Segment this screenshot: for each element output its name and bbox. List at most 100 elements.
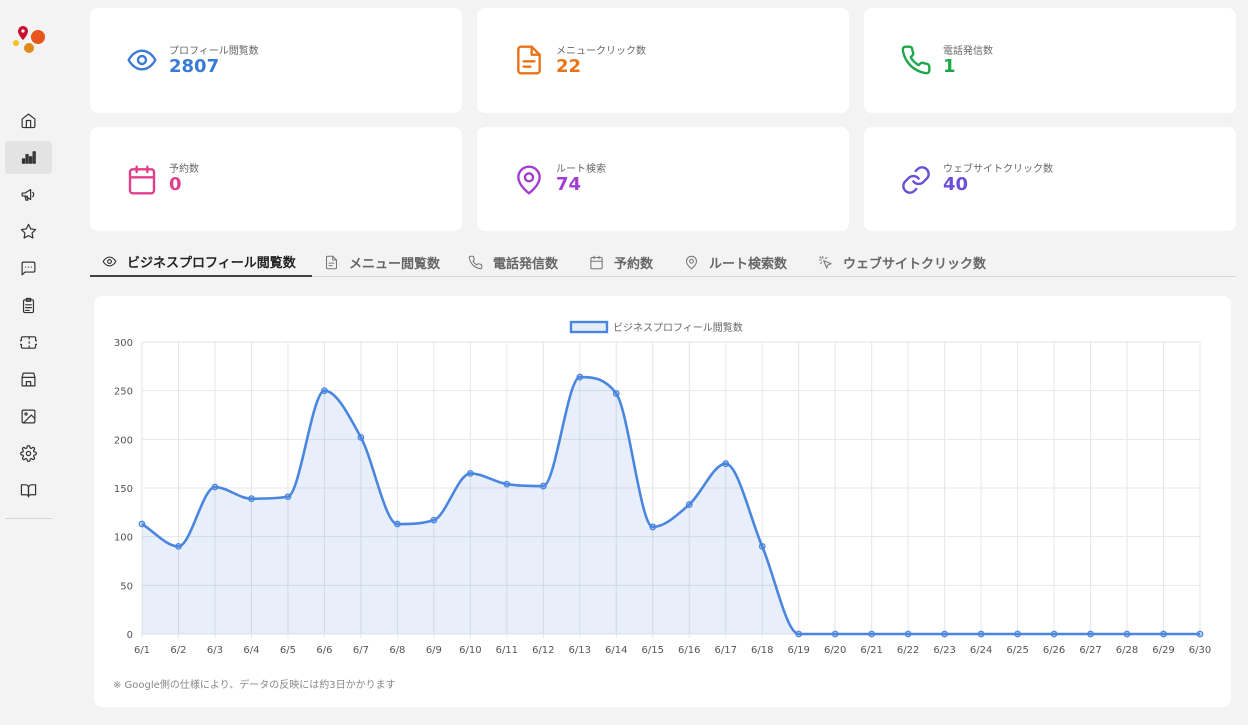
data-point <box>831 630 839 638</box>
x-tick-label: 6/6 <box>316 645 332 656</box>
x-tick-label: 6/12 <box>532 645 554 656</box>
stat-value: 40 <box>943 174 969 195</box>
settings-icon <box>20 445 37 462</box>
data-point <box>248 495 255 503</box>
series-area <box>142 377 1200 634</box>
sidebar-item-megaphone[interactable] <box>5 178 52 211</box>
data-point <box>649 523 657 531</box>
sidebar-item-bar-chart[interactable] <box>5 141 52 174</box>
message-icon <box>21 261 36 276</box>
stat-label: ルート検索 <box>556 164 606 175</box>
stat-label: メニュークリック数 <box>556 46 646 57</box>
x-tick-label: 6/22 <box>897 645 919 656</box>
stat-label: ウェブサイトクリック数 <box>943 164 1053 175</box>
x-tick-label: 6/9 <box>426 645 442 656</box>
data-point <box>1014 630 1021 638</box>
home-icon <box>21 113 36 129</box>
x-tick-label: 6/18 <box>751 645 773 656</box>
sidebar-item-store[interactable] <box>5 363 52 396</box>
data-point <box>503 480 511 488</box>
tab-label: 予約数 <box>614 256 654 272</box>
data-point <box>722 460 730 468</box>
sidebar-nav <box>5 104 52 511</box>
tab-pointer-click[interactable]: ウェブサイトクリック数 <box>818 248 986 276</box>
stat-value: 1 <box>943 56 956 77</box>
sidebar-divider <box>5 518 52 519</box>
tab-phone[interactable]: 電話発信数 <box>468 248 558 276</box>
data-point <box>393 520 401 528</box>
file-text-icon <box>513 44 545 76</box>
megaphone-icon <box>21 188 35 201</box>
app-logo[interactable] <box>10 24 50 58</box>
data-delay-note: ※ Google側の仕様により、データの反映には約3日かかります <box>113 680 396 691</box>
data-point <box>904 630 912 638</box>
map-pin-icon <box>685 255 698 269</box>
tab-file-text[interactable]: メニュー閲覧数 <box>324 248 440 276</box>
sidebar-item-ticket[interactable] <box>5 326 52 359</box>
pointer-click-icon <box>818 255 832 269</box>
x-tick-label: 6/7 <box>353 645 369 656</box>
eye-icon <box>126 44 158 76</box>
store-icon <box>21 372 36 387</box>
stat-label: 電話発信数 <box>943 46 993 57</box>
data-point <box>576 373 584 381</box>
stat-card-eye: プロフィール閲覧数 2807 <box>90 8 462 113</box>
y-tick-label: 250 <box>114 387 133 398</box>
sidebar-item-star[interactable] <box>5 215 52 248</box>
sidebar-item-book[interactable] <box>5 474 52 507</box>
x-tick-label: 6/25 <box>1006 645 1028 656</box>
data-point <box>1123 630 1131 638</box>
link-icon <box>900 164 932 196</box>
tab-map-pin[interactable]: ルート検索数 <box>684 248 787 276</box>
y-tick-label: 50 <box>120 581 133 592</box>
x-tick-label: 6/26 <box>1043 645 1065 656</box>
phone-icon <box>468 255 483 269</box>
tab-label: 電話発信数 <box>493 256 559 272</box>
x-tick-label: 6/24 <box>970 645 992 656</box>
tab-eye[interactable]: ビジネスプロフィール閲覧数 <box>90 248 312 277</box>
legend-label: ビジネスプロフィール閲覧数 <box>613 321 743 334</box>
data-point <box>1160 630 1167 638</box>
x-tick-label: 6/28 <box>1116 645 1138 656</box>
x-tick-label: 6/20 <box>824 645 846 656</box>
x-tick-label: 6/30 <box>1189 645 1211 656</box>
data-point <box>868 630 876 638</box>
x-tick-label: 6/4 <box>243 645 259 656</box>
data-point <box>795 630 803 638</box>
sidebar-item-message[interactable] <box>5 252 52 285</box>
x-tick-label: 6/23 <box>933 645 955 656</box>
data-point <box>284 493 292 501</box>
tab-label: ルート検索数 <box>709 256 788 272</box>
chart-panel: 0 50 100 150 200 250 300 6/1 6/2 6/3 6/4 6/5 6/6 6/7 6… <box>94 296 1231 707</box>
data-point <box>685 501 693 508</box>
stat-card-file-text: メニュークリック数 22 <box>477 8 849 113</box>
sidebar-item-settings[interactable] <box>5 437 52 470</box>
data-point <box>138 520 146 528</box>
file-text-icon <box>325 255 338 269</box>
y-tick-label: 0 <box>127 630 133 641</box>
x-tick-label: 6/17 <box>714 645 736 656</box>
calendar-icon <box>590 255 603 269</box>
clipboard-icon <box>22 297 35 314</box>
x-tick-label: 6/1 <box>134 645 150 656</box>
data-point <box>321 387 328 395</box>
x-tick-label: 6/29 <box>1152 645 1174 656</box>
x-tick-label: 6/19 <box>787 645 809 656</box>
x-tick-label: 6/27 <box>1079 645 1101 656</box>
x-tick-label: 6/11 <box>496 645 518 656</box>
stat-card-map-pin: ルート検索 74 <box>477 127 849 231</box>
y-tick-label: 150 <box>114 484 133 495</box>
data-point <box>430 516 438 524</box>
tab-label: ウェブサイトクリック数 <box>843 256 987 272</box>
tab-calendar[interactable]: 予約数 <box>589 248 653 276</box>
data-point <box>539 482 547 490</box>
data-point <box>758 542 766 550</box>
metric-tabs: ビジネスプロフィール閲覧数 メニュー閲覧数 電話発信数 予約数 ルート検索数 ウェブサイト… <box>90 248 1236 277</box>
sidebar-item-clipboard[interactable] <box>5 289 52 322</box>
x-tick-label: 6/13 <box>569 645 591 656</box>
stat-value: 2807 <box>169 56 220 77</box>
stat-label: 予約数 <box>169 164 199 175</box>
sidebar-item-image[interactable] <box>5 400 52 433</box>
sidebar-item-home[interactable] <box>5 104 52 137</box>
phone-icon <box>900 44 932 76</box>
